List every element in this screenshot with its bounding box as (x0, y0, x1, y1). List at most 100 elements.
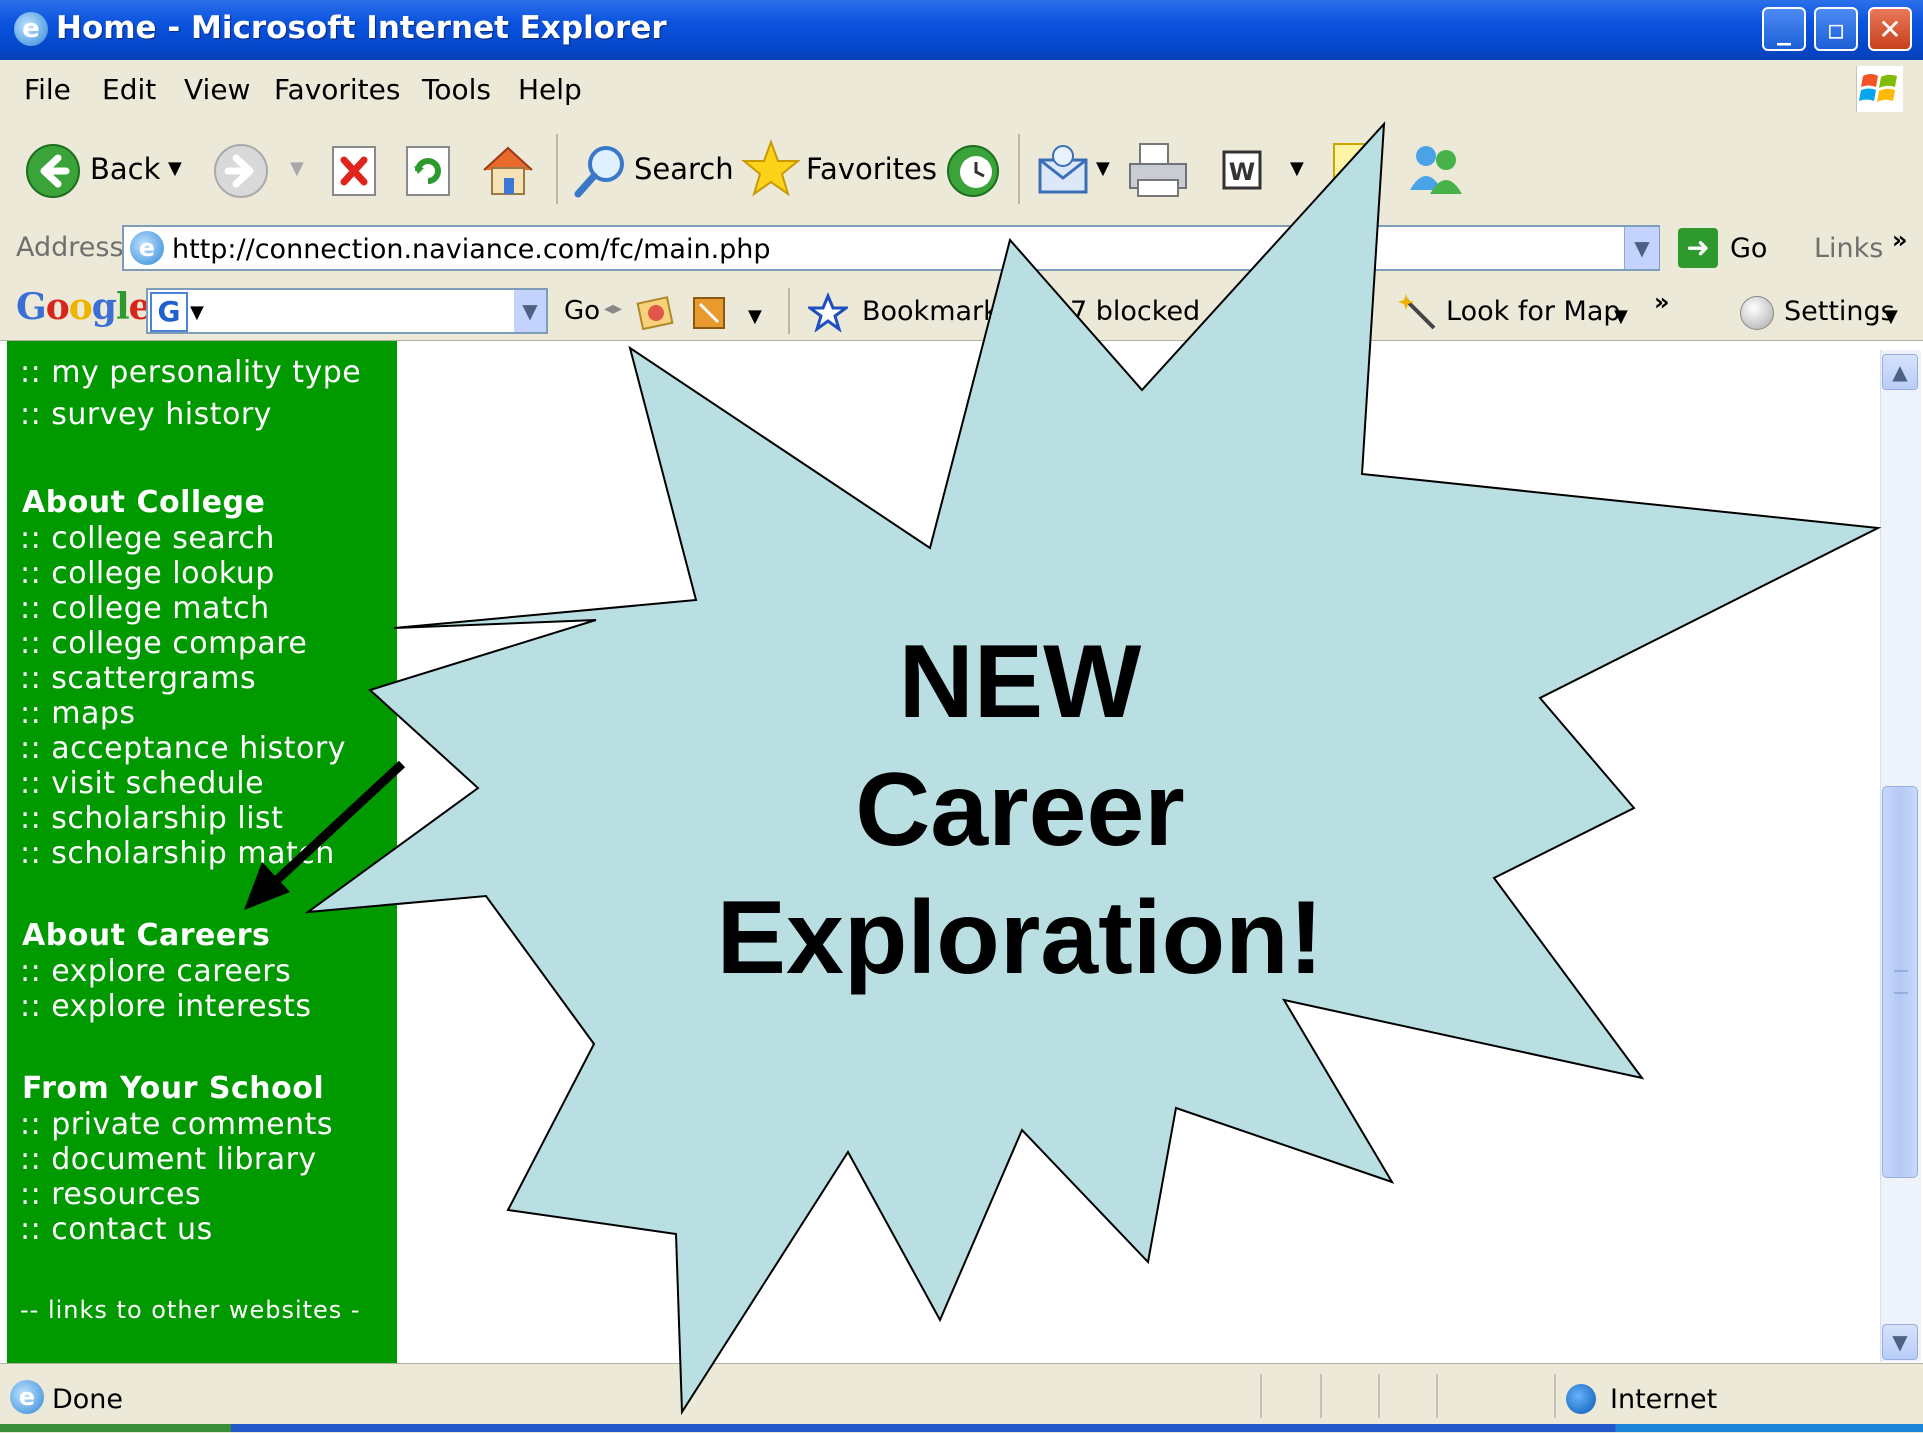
word-edit-icon: W (1222, 150, 1262, 190)
sidebar-link-explore-interests[interactable]: :: explore interests (20, 989, 312, 1024)
address-dropdown-icon[interactable]: ▼ (1624, 227, 1659, 269)
status-divider (1320, 1374, 1322, 1418)
look-for-map-button[interactable]: Look for Map (1446, 296, 1621, 327)
forward-button[interactable] (212, 142, 270, 207)
google-dropdown-icon[interactable]: ▼ (514, 290, 546, 332)
sidebar-link-my-personality-type[interactable]: :: my personality type (20, 355, 361, 390)
chevron-right-icon[interactable]: » (1892, 226, 1908, 254)
scroll-down-button[interactable]: ▼ (1882, 1324, 1918, 1360)
sidebar-link-college-compare[interactable]: :: college compare (20, 626, 307, 661)
map-dropdown-icon[interactable]: ▼ (1614, 306, 1628, 327)
links-button[interactable]: Links (1814, 233, 1883, 264)
sidebar-link-contact-us[interactable]: :: contact us (20, 1212, 213, 1247)
menu-tools[interactable]: Tools (422, 73, 491, 106)
home-button[interactable] (478, 140, 538, 207)
sidebar-link-scattergrams[interactable]: :: scattergrams (20, 661, 256, 696)
menu-view[interactable]: View (184, 73, 250, 106)
close-button[interactable]: ✕ (1868, 7, 1912, 51)
google-search-input[interactable] (146, 288, 548, 334)
chevron-right-icon[interactable]: » (1654, 288, 1670, 316)
forward-arrow-icon (214, 144, 268, 198)
status-divider (1554, 1374, 1556, 1418)
toolbar-separator (788, 288, 790, 334)
toolbar-separator (556, 134, 558, 204)
puzzle-icon (693, 297, 725, 329)
popup-blocker-button[interactable] (690, 292, 730, 339)
favorites-button[interactable] (740, 138, 802, 207)
pagerank-button[interactable] (636, 294, 676, 339)
menu-edit[interactable]: Edit (102, 73, 156, 106)
bookmarks-star-icon[interactable] (805, 292, 851, 339)
settings-dropdown-icon[interactable]: ▼ (1884, 306, 1898, 327)
toolbar-separator (1018, 134, 1020, 204)
popups-blocked-count[interactable]: 7 blocked (1070, 296, 1200, 327)
refresh-button[interactable] (404, 144, 454, 205)
favorites-label[interactable]: Favorites (806, 152, 937, 186)
messenger-button[interactable] (1404, 140, 1468, 207)
mail-button[interactable] (1036, 142, 1094, 207)
scroll-up-button[interactable]: ▲ (1882, 354, 1918, 390)
search-icon (574, 146, 624, 198)
maximize-button[interactable]: ▫ (1814, 7, 1858, 51)
sidebar-link-scholarship-list[interactable]: :: scholarship list (20, 801, 283, 836)
back-arrow-icon (26, 144, 80, 198)
menu-favorites[interactable]: Favorites (274, 73, 400, 106)
refresh-icon (406, 146, 450, 196)
page-icon: e (130, 231, 164, 265)
discuss-button[interactable] (1330, 140, 1384, 205)
back-button[interactable] (24, 142, 82, 207)
sidebar-link-maps[interactable]: :: maps (20, 696, 136, 731)
sidebar-link-acceptance-history[interactable]: :: acceptance history (20, 731, 346, 766)
autofill-dropdown-icon[interactable]: ▼ (1356, 306, 1370, 327)
menu-help[interactable]: Help (518, 73, 582, 106)
callout-line-career: Career (855, 752, 1185, 868)
sidebar-link-private-comments[interactable]: :: private comments (20, 1107, 333, 1142)
magic-wand-icon[interactable] (1398, 292, 1438, 339)
go-arrow-icon[interactable]: ➜ (1678, 228, 1718, 268)
sidebar-link-survey-history[interactable]: :: survey history (20, 397, 272, 432)
edit-dropdown-icon[interactable]: ▼ (1290, 158, 1304, 179)
sidebar-link-scholarship-match[interactable]: :: scholarship match (20, 836, 335, 871)
mail-dropdown-icon[interactable]: ▼ (1096, 158, 1110, 179)
home-icon (483, 146, 533, 195)
go-button[interactable]: Go (1730, 233, 1767, 264)
back-label[interactable]: Back (90, 152, 160, 186)
search-button[interactable] (572, 142, 630, 207)
status-divider (1260, 1374, 1262, 1418)
status-divider (1436, 1374, 1438, 1418)
sidebar-link-college-search[interactable]: :: college search (20, 521, 275, 556)
address-label: Address (16, 232, 124, 263)
arrows-icon: ◂▸ (604, 298, 623, 319)
status-text: Done (52, 1384, 124, 1415)
internet-globe-icon (1566, 1384, 1596, 1414)
sidebar-link-college-match[interactable]: :: college match (20, 591, 270, 626)
sidebar-link-explore-careers[interactable]: :: explore careers (20, 954, 291, 989)
sidebar-link-college-lookup[interactable]: :: college lookup (20, 556, 275, 591)
callout-text: NEW Career Exploration! (700, 618, 1340, 1002)
address-url[interactable]: http://connection.naviance.com/fc/main.p… (172, 234, 771, 265)
google-go-button[interactable]: Go (564, 296, 600, 326)
callout-line-new: NEW (898, 624, 1142, 740)
google-g-icon[interactable]: G (150, 292, 188, 332)
print-button[interactable] (1126, 138, 1190, 209)
sidebar-link-document-library[interactable]: :: document library (20, 1142, 317, 1177)
sidebar-link-resources[interactable]: :: resources (20, 1177, 201, 1212)
ie-logo-icon: e (14, 12, 48, 46)
sidebar-link-visit-schedule[interactable]: :: visit schedule (20, 766, 264, 801)
history-button[interactable] (944, 142, 1002, 207)
search-label[interactable]: Search (634, 152, 734, 186)
stop-icon (332, 146, 376, 196)
settings-icon[interactable] (1740, 296, 1774, 330)
minimize-button[interactable]: _ (1762, 7, 1806, 51)
bookmarks-button[interactable]: Bookmarks (862, 296, 1013, 327)
svg-text:W: W (1229, 158, 1255, 186)
back-dropdown-icon[interactable]: ▼ (168, 158, 182, 179)
edit-button[interactable]: W (1220, 148, 1264, 199)
forward-dropdown-icon[interactable]: ▼ (290, 158, 304, 179)
settings-button[interactable]: Settings (1784, 296, 1895, 327)
star-icon (741, 139, 801, 197)
popup-dropdown-icon[interactable]: ▼ (748, 306, 762, 327)
menu-file[interactable]: File (24, 73, 71, 106)
google-g-dropdown-icon[interactable]: ▼ (190, 302, 204, 323)
stop-button[interactable] (330, 144, 380, 205)
